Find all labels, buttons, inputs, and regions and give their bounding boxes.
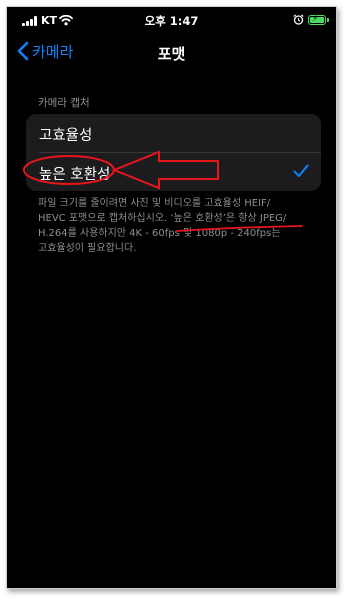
status-time: 오후 1:47 [144,14,199,28]
footer-line: 고효율성이 필요합니다. [38,243,137,254]
footer-line: HEVC 포맷으로 캡처하십시오. ‘높은 호환성’은 항상 JPEG/ [38,213,287,224]
checkmark-icon [293,164,309,177]
page-title: 포맷 [157,45,186,63]
navigation-bar: 카메라 포맷 [7,33,336,73]
section-header: 카메라 캡처 [38,97,90,109]
option-label: 고효율성 [39,128,93,144]
battery-charging-icon: ⚡ [308,14,326,25]
option-most-compatible[interactable]: 높은 호환성 [26,153,321,191]
option-label: 높은 호환성 [39,167,111,183]
footer-line: 파일 크기를 줄이려면 사진 및 비디오를 고효율성 HEIF/ [38,198,271,209]
format-options-group: 고효율성 높은 호환성 [26,114,321,191]
section-footer: 파일 크기를 줄이려면 사진 및 비디오를 고효율성 HEIF/ HEVC 포맷… [38,196,320,256]
footer-line: H.264를 사용하지만 4K - 60fps 및 1080p - 240fps… [38,228,281,239]
status-bar: KT 오후 1:47 ⚡ [7,7,336,33]
battery-cap [327,18,329,22]
alarm-icon [293,14,304,25]
option-high-efficiency[interactable]: 고효율성 [26,114,321,152]
phone-screen: KT 오후 1:47 ⚡ 카메라 포맷 카메라 캡처 고효율성 높은 호환성 파… [6,6,337,589]
